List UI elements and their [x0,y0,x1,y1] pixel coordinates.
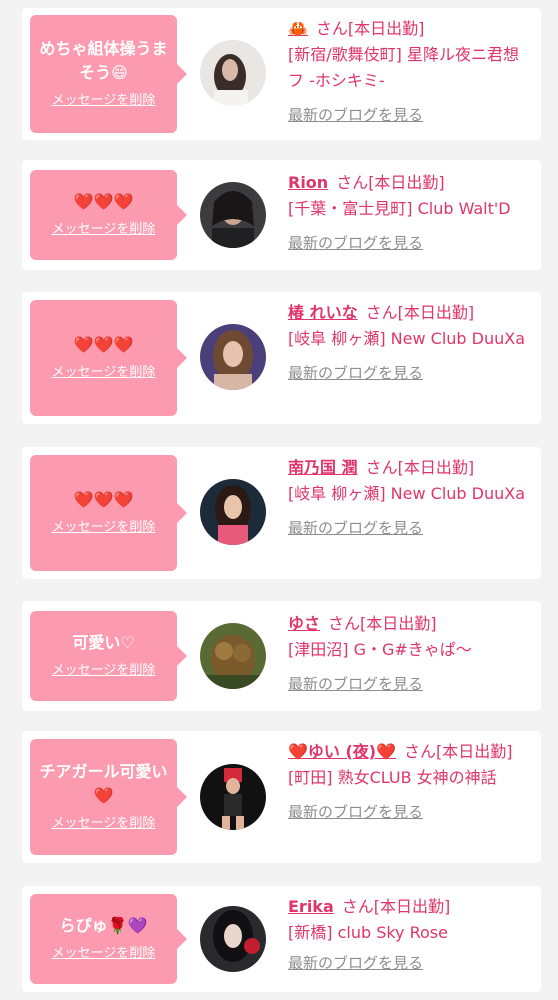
delete-message-link[interactable]: メッセージを削除 [52,661,156,681]
message-text: ❤️❤️❤️ [73,490,134,509]
sender-info: 🦀 さん[本日出勤] [新宿/歌舞伎町] 星降ル夜ニ君想フ -ホシキミ- 最新のブ… [288,16,534,126]
message-bubble: ❤️❤️❤️ メッセージを削除 [30,455,187,571]
attendance-status: さん[本日出勤] [365,303,475,322]
message-card: らぴゅ🌹💜 メッセージを削除 Erika さん[本日出勤] [新橋] club S… [22,886,541,992]
message-card: ❤️❤️❤️ メッセージを削除 椿 れいな さん[本日出勤] [岐阜 柳ヶ瀬] N… [22,292,541,424]
attendance-status: さん[本日出勤] [365,458,475,477]
sender-info: Rion さん[本日出勤] [千葉・富士見町] Club Walt'D 最新のブロ… [288,170,534,254]
portrait-photo-icon [200,182,266,248]
name-line: Erika さん[本日出勤] [288,894,534,920]
message-text: チアガール可愛い❤️ [39,762,168,805]
shop-name: [岐阜 柳ヶ瀬] New Club DuuXa [288,484,526,503]
sender-name-link[interactable]: ❤️ゆい (夜)❤️ [288,742,396,761]
delete-message-link[interactable]: メッセージを削除 [52,220,156,240]
avatar[interactable] [200,764,266,830]
sender-name-link[interactable]: ゆさ [288,614,320,633]
message-card: ❤️❤️❤️ メッセージを削除 南乃国 潤さん[本日出勤] [岐阜 柳ヶ瀬] N… [22,447,541,579]
sender-name-link[interactable]: Erika [288,897,334,916]
latest-blog-link[interactable]: 最新のブログを見る [288,801,423,823]
message-text: めちゃ組体操うまそう😄 [39,39,168,82]
message-list: めちゃ組体操うまそう😄 メッセージを削除 🦀 さん[本日出勤] [新宿/歌舞伎町]… [0,0,558,1000]
message-text: 可愛い♡ [72,633,135,652]
latest-blog-link[interactable]: 最新のブログを見る [288,952,423,974]
shop-name: [新橋] club Sky Rose [288,923,448,942]
portrait-photo-icon [200,906,266,972]
sender-name-link[interactable]: 南乃国 潤 [288,458,358,477]
portrait-photo-icon [200,764,266,830]
delete-message-link[interactable]: メッセージを削除 [52,518,156,538]
message-bubble: 可愛い♡ メッセージを削除 [30,611,187,701]
name-line: 🦀 さん[本日出勤] [288,16,534,42]
avatar[interactable] [200,479,266,545]
name-line: ゆさ さん[本日出勤] [288,611,534,637]
portrait-photo-icon [200,40,266,106]
latest-blog-link[interactable]: 最新のブログを見る [288,232,423,254]
message-bubble: ❤️❤️❤️ メッセージを削除 [30,300,187,416]
delete-message-link[interactable]: メッセージを削除 [52,944,156,964]
portrait-photo-icon [200,479,266,545]
delete-message-link[interactable]: メッセージを削除 [52,814,156,834]
message-text: ❤️❤️❤️ [73,192,134,211]
message-text: らぴゅ🌹💜 [59,916,148,935]
latest-blog-link[interactable]: 最新のブログを見る [288,362,423,384]
latest-blog-link[interactable]: 最新のブログを見る [288,673,423,695]
message-bubble: ❤️❤️❤️ メッセージを削除 [30,170,187,260]
message-bubble: チアガール可愛い❤️ メッセージを削除 [30,739,187,855]
message-card: めちゃ組体操うまそう😄 メッセージを削除 🦀 さん[本日出勤] [新宿/歌舞伎町]… [22,8,541,140]
sender-info: Erika さん[本日出勤] [新橋] club Sky Rose 最新のブログを… [288,894,534,974]
sender-info: 南乃国 潤さん[本日出勤] [岐阜 柳ヶ瀬] New Club DuuXa 最新… [288,455,534,539]
sender-info: 椿 れいな さん[本日出勤] [岐阜 柳ヶ瀬] New Club DuuXa 最新… [288,300,534,384]
shop-name: [千葉・富士見町] Club Walt'D [288,199,511,218]
message-card: チアガール可愛い❤️ メッセージを削除 ❤️ゆい (夜)❤️ さん[本日出勤] [… [22,731,541,863]
name-line: 椿 れいな さん[本日出勤] [288,300,534,326]
latest-blog-link[interactable]: 最新のブログを見る [288,104,423,126]
attendance-status: さん[本日出勤] [328,614,437,633]
message-bubble: らぴゅ🌹💜 メッセージを削除 [30,894,187,984]
sender-name-link[interactable]: Rion [288,173,328,192]
sender-name-link[interactable]: 椿 れいな [288,303,358,322]
shop-name: [新宿/歌舞伎町] 星降ル夜ニ君想フ -ホシキミ- [288,45,519,90]
avatar[interactable] [200,40,266,106]
shop-name: [津田沼] G・G#きゃぱ〜 [288,640,472,659]
attendance-status: さん[本日出勤] [315,19,425,38]
shop-name: [岐阜 柳ヶ瀬] New Club DuuXa [288,329,526,348]
avatar[interactable] [200,324,266,390]
avatar[interactable] [200,906,266,972]
latest-blog-link[interactable]: 最新のブログを見る [288,517,423,539]
name-line: Rion さん[本日出勤] [288,170,534,196]
message-card: ❤️❤️❤️ メッセージを削除 Rion さん[本日出勤] [千葉・富士見町] C… [22,160,541,270]
sender-info: ❤️ゆい (夜)❤️ さん[本日出勤] [町田] 熟女CLUB 女神の神話 最新の… [288,739,534,823]
attendance-status: さん[本日出勤] [336,173,445,192]
sender-name-link[interactable]: 🦀 [288,19,308,38]
portrait-photo-icon [200,324,266,390]
avatar[interactable] [200,623,266,689]
attendance-status: さん[本日出勤] [404,742,513,761]
name-line: 南乃国 潤さん[本日出勤] [288,455,534,481]
message-text: ❤️❤️❤️ [73,335,134,354]
delete-message-link[interactable]: メッセージを削除 [52,363,156,383]
shop-name: [町田] 熟女CLUB 女神の神話 [288,768,497,787]
sender-info: ゆさ さん[本日出勤] [津田沼] G・G#きゃぱ〜 最新のブログを見る [288,611,534,695]
name-line: ❤️ゆい (夜)❤️ さん[本日出勤] [288,739,534,765]
message-bubble: めちゃ組体操うまそう😄 メッセージを削除 [30,15,187,133]
message-card: 可愛い♡ メッセージを削除 ゆさ さん[本日出勤] [津田沼] G・G#きゃぱ〜 … [22,601,541,711]
delete-message-link[interactable]: メッセージを削除 [52,91,156,111]
avatar[interactable] [200,182,266,248]
attendance-status: さん[本日出勤] [341,897,451,916]
portrait-photo-icon [200,623,266,689]
